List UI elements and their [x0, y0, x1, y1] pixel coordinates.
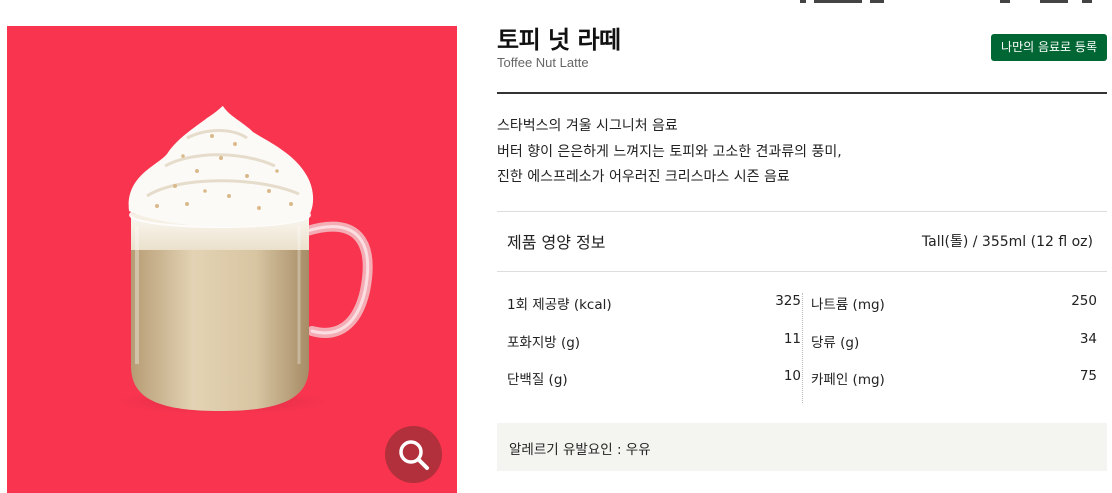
- section-divider: [497, 211, 1107, 212]
- register-my-drink-button[interactable]: 나만의 음료로 등록: [991, 34, 1107, 61]
- nutrition-label: 카페인 (mg): [811, 372, 885, 388]
- nutrition-label: 나트륨 (mg): [811, 297, 885, 313]
- nutrition-value: 325: [775, 293, 801, 309]
- nutrition-value: 11: [783, 330, 801, 347]
- description-line: 버터 향이 은은하게 느껴지는 토피와 고소한 견과류의 풍미,: [497, 143, 842, 160]
- product-name-en: Toffee Nut Latte: [497, 55, 589, 70]
- nutrition-row: 카페인 (mg) 75: [811, 358, 1097, 396]
- nutrition-title: 제품 영양 정보: [507, 233, 606, 252]
- allergy-box: 알레르기 유발요인 : 우유: [497, 423, 1107, 471]
- product-name-ko: 토피 넛 라떼: [497, 26, 621, 54]
- nutrition-value: 75: [1079, 368, 1097, 384]
- product-image: [7, 26, 457, 493]
- zoom-button[interactable]: [385, 426, 442, 483]
- nutrition-label: 당류 (g): [811, 334, 860, 351]
- nutrition-column-left: 1회 제공량 (kcal) 325 포화지방 (g) 11 단백질 (g) 10: [507, 283, 801, 396]
- section-divider: [497, 271, 1107, 272]
- nutrition-row: 단백질 (g) 10: [507, 358, 801, 396]
- magnifier-icon: [399, 440, 429, 470]
- nutrition-row: 포화지방 (g) 11: [507, 321, 801, 359]
- nutrition-label: 단백질 (g): [507, 372, 568, 388]
- title-divider: [497, 92, 1107, 94]
- nutrition-value: 250: [1071, 293, 1097, 309]
- nutrition-label: 1회 제공량 (kcal): [507, 297, 612, 313]
- description-line: 진한 에스프레소가 어우러진 크리스마스 시즌 음료: [497, 169, 790, 185]
- allergy-text: 알레르기 유발요인 : 우유: [509, 442, 651, 458]
- nutrition-value: 34: [1079, 330, 1097, 347]
- top-menu-clipped: [800, 0, 1100, 5]
- latte-mug-illustration: [97, 106, 373, 416]
- nutrition-row: 당류 (g) 34: [811, 321, 1097, 359]
- nutrition-value: 10: [783, 368, 801, 384]
- product-description: 스타벅스의 겨울 시그니처 음료 버터 향이 은은하게 느껴지는 토피와 고소한…: [497, 114, 1107, 191]
- nutrition-row: 나트륨 (mg) 250: [811, 283, 1097, 321]
- nutrition-column-divider: [802, 293, 803, 403]
- nutrition-column-right: 나트륨 (mg) 250 당류 (g) 34 카페인 (mg) 75: [811, 283, 1097, 396]
- nutrition-row: 1회 제공량 (kcal) 325: [507, 283, 801, 321]
- description-line: 스타벅스의 겨울 시그니처 음료: [497, 118, 678, 134]
- serving-size: Tall(톨) / 355ml (12 fl oz): [921, 234, 1093, 250]
- nutrition-label: 포화지방 (g): [507, 334, 581, 351]
